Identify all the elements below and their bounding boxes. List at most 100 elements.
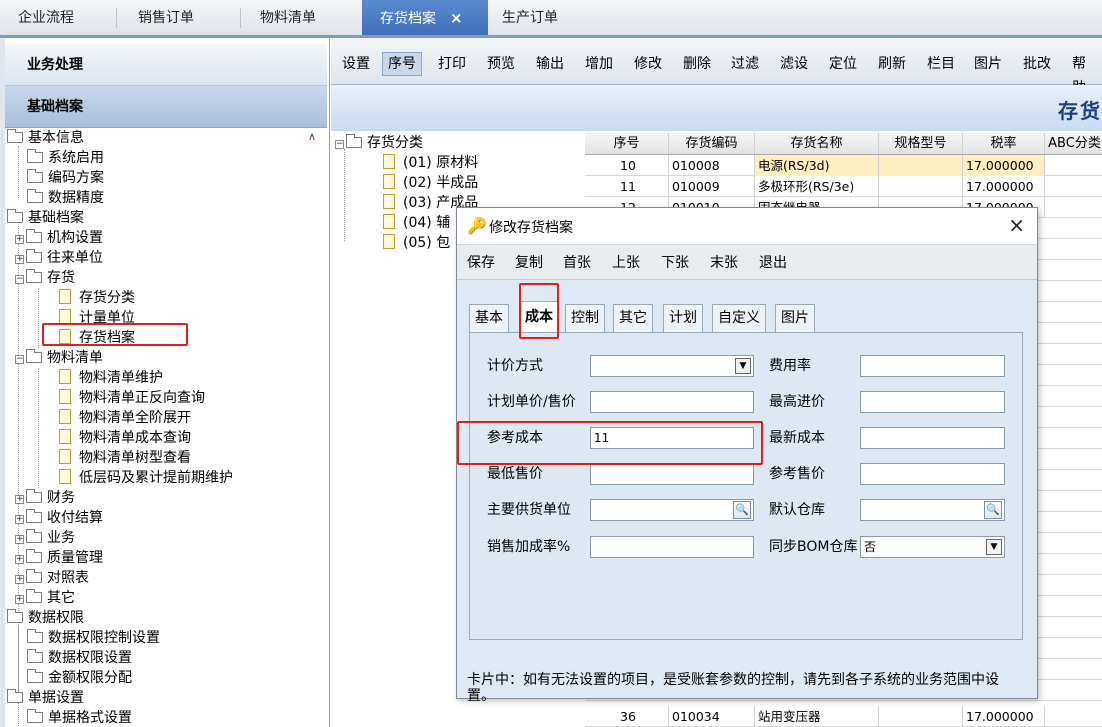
- close-icon[interactable]: ×: [450, 9, 463, 27]
- toolbar-settings-button[interactable]: 设置: [337, 52, 375, 76]
- tree-node-coding-scheme[interactable]: 编码方案: [27, 168, 104, 188]
- expense-rate-input[interactable]: [860, 355, 1005, 377]
- tree-node-bom-tree-view[interactable]: 物料清单树型查看: [59, 448, 191, 468]
- expand-icon[interactable]: +: [15, 535, 24, 544]
- expand-icon[interactable]: +: [15, 555, 24, 564]
- chevron-down-icon[interactable]: ▼: [735, 358, 751, 374]
- chevron-down-icon[interactable]: ▼: [986, 539, 1002, 555]
- tree-node-low-level-code[interactable]: 低层码及累计提前期维护: [59, 468, 233, 488]
- column-header[interactable]: 存货编码: [669, 133, 755, 154]
- toolbar-help-button[interactable]: 帮助: [1067, 52, 1102, 96]
- tree-node-basic-info[interactable]: 基本信息: [7, 128, 84, 148]
- collapse-icon[interactable]: −: [15, 355, 24, 364]
- nav-header-basic-archive[interactable]: 基础档案: [5, 86, 327, 128]
- tree-node-perm-setup[interactable]: 数据权限设置: [27, 648, 132, 668]
- toolbar-export-button[interactable]: 输出: [531, 52, 569, 76]
- column-header[interactable]: 税率: [963, 133, 1045, 154]
- toolbar-refresh-button[interactable]: 刷新: [873, 52, 911, 76]
- collapse-icon[interactable]: −: [335, 140, 344, 149]
- save-button[interactable]: 保存: [467, 252, 495, 274]
- column-header[interactable]: 序号: [585, 133, 669, 154]
- category-root[interactable]: − 存货分类: [335, 133, 423, 153]
- min-sale-price-input[interactable]: [590, 463, 754, 485]
- tree-node-settlement[interactable]: + 收付结算: [15, 508, 103, 528]
- category-item[interactable]: (02) 半成品: [383, 173, 478, 193]
- copy-button[interactable]: 复制: [515, 252, 543, 274]
- expand-icon[interactable]: +: [15, 255, 24, 264]
- toolbar-edit-button[interactable]: 修改: [629, 52, 667, 76]
- table-row[interactable]: 36 010034 站用变压器 17.000000: [585, 706, 1102, 727]
- tab-enterprise-flow[interactable]: 企业流程: [0, 0, 92, 35]
- tab-custom[interactable]: 自定义: [712, 304, 766, 332]
- column-header[interactable]: ABC分类: [1045, 133, 1102, 154]
- tree-node-doc-format[interactable]: 单据格式设置: [27, 708, 132, 727]
- tree-node-perm-control[interactable]: 数据权限控制设置: [27, 628, 160, 648]
- ref-sale-price-input[interactable]: [860, 463, 1005, 485]
- dialog-titlebar[interactable]: 🔑 修改存货档案 ×: [457, 208, 1037, 244]
- nav-header-business[interactable]: 业务处理: [5, 44, 327, 86]
- tree-node-business[interactable]: + 业务: [15, 528, 75, 548]
- category-item[interactable]: (01) 原材料: [383, 153, 478, 173]
- tree-node-doc-settings[interactable]: 单据设置: [7, 688, 84, 708]
- first-record-button[interactable]: 首张: [563, 252, 591, 274]
- expand-icon[interactable]: +: [15, 235, 24, 244]
- pricing-method-select[interactable]: ▼: [590, 355, 754, 377]
- tree-node-bom[interactable]: − 物料清单: [15, 348, 103, 368]
- tree-node-data-permission[interactable]: 数据权限: [7, 608, 84, 628]
- toolbar-batch-edit-button[interactable]: 批改: [1018, 52, 1056, 76]
- tree-node-partners[interactable]: + 往来单位: [15, 248, 103, 268]
- search-icon[interactable]: 🔍: [984, 501, 1002, 519]
- tab-inventory-archive[interactable]: 存货档案 ×: [362, 0, 488, 35]
- category-item[interactable]: (05) 包: [383, 233, 450, 253]
- tree-node-other[interactable]: + 其它: [15, 588, 75, 608]
- expand-icon[interactable]: +: [15, 575, 24, 584]
- tab-sales-order[interactable]: 销售订单: [120, 0, 212, 35]
- tree-node-bom-cost[interactable]: 物料清单成本查询: [59, 428, 191, 448]
- exit-button[interactable]: 退出: [759, 252, 787, 274]
- table-row[interactable]: 10 010008 电源(RS/3d) 17.000000: [585, 155, 1102, 176]
- tab-production-order[interactable]: 生产订单: [484, 0, 576, 35]
- tree-node-finance[interactable]: + 财务: [15, 488, 75, 508]
- tree-node-bom-query[interactable]: 物料清单正反向查询: [59, 388, 205, 408]
- tab-control[interactable]: 控制: [565, 304, 605, 332]
- toolbar-locate-button[interactable]: 定位: [824, 52, 862, 76]
- prev-record-button[interactable]: 上张: [612, 252, 640, 274]
- latest-cost-input[interactable]: [860, 427, 1005, 449]
- toolbar-filter-button[interactable]: 过滤: [726, 52, 764, 76]
- max-purchase-price-input[interactable]: [860, 391, 1005, 413]
- toolbar-image-button[interactable]: 图片: [969, 52, 1007, 76]
- tab-basic[interactable]: 基本: [469, 304, 509, 332]
- tree-node-org-setup[interactable]: + 机构设置: [15, 228, 103, 248]
- tree-node-inventory[interactable]: − 存货: [15, 268, 75, 288]
- column-header[interactable]: 存货名称: [755, 133, 879, 154]
- search-icon[interactable]: 🔍: [733, 501, 751, 519]
- collapse-icon[interactable]: −: [15, 275, 24, 284]
- tree-node-basic-archive[interactable]: 基础档案: [7, 208, 84, 228]
- tree-node-quality[interactable]: + 质量管理: [15, 548, 103, 568]
- tree-node-bom-maintain[interactable]: 物料清单维护: [59, 368, 163, 388]
- next-record-button[interactable]: 下张: [661, 252, 689, 274]
- expand-icon[interactable]: +: [15, 515, 24, 524]
- tab-bom[interactable]: 物料清单: [242, 0, 334, 35]
- sales-markup-input[interactable]: [590, 536, 754, 558]
- category-item[interactable]: (04) 辅: [383, 213, 450, 233]
- tab-plan[interactable]: 计划: [663, 304, 703, 332]
- tree-node-amount-perm[interactable]: 金额权限分配: [27, 668, 132, 688]
- main-supplier-input[interactable]: 🔍: [590, 499, 754, 521]
- toolbar-sequence-button[interactable]: 序号: [382, 52, 422, 76]
- expand-icon[interactable]: +: [15, 595, 24, 604]
- tab-other[interactable]: 其它: [613, 304, 653, 332]
- table-row[interactable]: 11 010009 多极环形(RS/3e) 17.000000: [585, 176, 1102, 197]
- toolbar-add-button[interactable]: 增加: [580, 52, 618, 76]
- plan-price-input[interactable]: [590, 391, 754, 413]
- toolbar-preview-button[interactable]: 预览: [482, 52, 520, 76]
- tree-node-mapping[interactable]: + 对照表: [15, 568, 89, 588]
- tree-node-system-enable[interactable]: 系统启用: [27, 148, 104, 168]
- toolbar-columns-button[interactable]: 栏目: [922, 52, 960, 76]
- default-warehouse-input[interactable]: 🔍: [860, 499, 1005, 521]
- toolbar-delete-button[interactable]: 删除: [678, 52, 716, 76]
- last-record-button[interactable]: 末张: [710, 252, 738, 274]
- tab-image[interactable]: 图片: [775, 304, 815, 332]
- toolbar-print-button[interactable]: 打印: [433, 52, 471, 76]
- tree-node-data-precision[interactable]: 数据精度: [27, 188, 104, 208]
